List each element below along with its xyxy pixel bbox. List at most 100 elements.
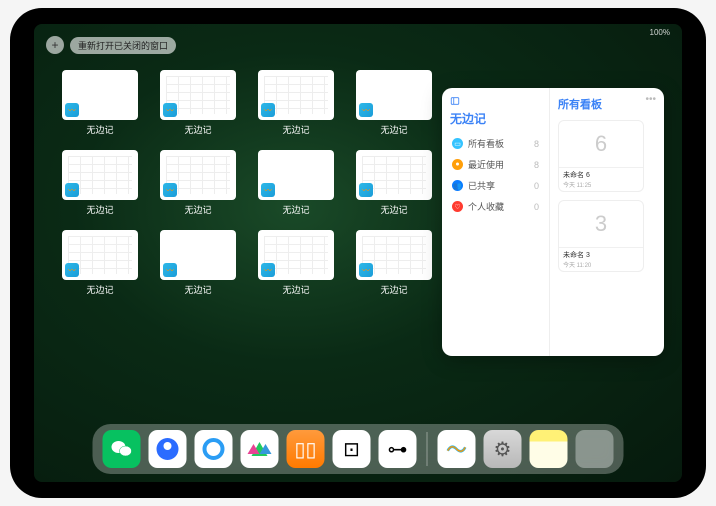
category-icon: ▭ [452, 138, 463, 149]
app-thumbnail[interactable]: 无边记 [356, 150, 432, 216]
reopen-closed-window-button[interactable]: 重新打开已关闭的窗口 [70, 37, 176, 54]
freeform-icon [65, 103, 79, 117]
freeform-icon [261, 263, 275, 277]
item-count: 0 [534, 181, 539, 191]
board-name: 未命名 6 [563, 170, 639, 180]
app-label: 无边记 [86, 283, 113, 296]
dock-separator [427, 432, 428, 466]
dock-app-qqbrowser[interactable] [195, 430, 233, 468]
thumbnail-preview [258, 70, 334, 120]
dock-app-notes[interactable] [530, 430, 568, 468]
app-label: 无边记 [184, 123, 211, 136]
app-label: 无边记 [380, 123, 407, 136]
category-icon: 👥 [452, 180, 463, 191]
app-thumbnail[interactable]: 无边记 [258, 230, 334, 296]
app-thumbnail[interactable]: 无边记 [258, 150, 334, 216]
dock: ▯▯ ⊡ ⊶ ⚙ [93, 424, 624, 474]
freeform-icon [163, 183, 177, 197]
item-count: 8 [534, 160, 539, 170]
sidebar-item-label: 已共享 [468, 179, 495, 192]
app-label: 无边记 [184, 283, 211, 296]
freeform-icon [261, 103, 275, 117]
app-label: 无边记 [380, 283, 407, 296]
sidebar-item-label: 个人收藏 [468, 200, 504, 213]
freeform-icon [65, 183, 79, 197]
category-icon: ● [452, 159, 463, 170]
freeform-icon [359, 103, 373, 117]
freeform-icon [261, 183, 275, 197]
popup-title: 无边记 [450, 110, 541, 127]
thumbnail-preview [356, 70, 432, 120]
app-label: 无边记 [282, 123, 309, 136]
thumbnail-preview [62, 230, 138, 280]
item-count: 0 [534, 202, 539, 212]
app-label: 无边记 [282, 283, 309, 296]
freeform-icon [359, 263, 373, 277]
new-window-button[interactable]: + [46, 36, 64, 54]
thumbnail-preview [258, 230, 334, 280]
sidebar-item[interactable]: ♡ 个人收藏 0 [450, 196, 541, 217]
popup-sidebar: 无边记 ▭ 所有看板 8 ● 最近使用 8 👥 已共享 0 ♡ 个人收藏 0 [442, 88, 550, 356]
app-label: 无边记 [86, 203, 113, 216]
sidebar-item-label: 最近使用 [468, 158, 504, 171]
item-count: 8 [534, 139, 539, 149]
app-label: 无边记 [86, 123, 113, 136]
app-label: 无边记 [380, 203, 407, 216]
thumbnail-preview [258, 150, 334, 200]
sidebar-icon [450, 96, 460, 106]
freeform-icon [359, 183, 373, 197]
battery-text: 100% [650, 28, 670, 37]
freeform-icon [65, 263, 79, 277]
dock-app-settings[interactable]: ⚙ [484, 430, 522, 468]
board-name: 未命名 3 [563, 250, 639, 260]
freeform-icon [163, 263, 177, 277]
popup-right-title: 所有看板 [558, 96, 656, 112]
board-card[interactable]: 6未命名 6今天 11:25 [558, 120, 644, 192]
ipad-frame: 100% + 重新打开已关闭的窗口 无边记无边记无边记无边记无边记无边记无边记无… [10, 8, 706, 498]
app-thumbnail[interactable]: 无边记 [160, 230, 236, 296]
thumbnail-preview [160, 230, 236, 280]
sidebar-item[interactable]: ▭ 所有看板 8 [450, 133, 541, 154]
app-switcher-grid: 无边记无边记无边记无边记无边记无边记无边记无边记无边记无边记无边记无边记 [62, 70, 432, 296]
board-card[interactable]: 3未命名 3今天 11:20 [558, 200, 644, 272]
dock-app-freeform[interactable] [438, 430, 476, 468]
category-icon: ♡ [452, 201, 463, 212]
thumbnail-preview [160, 70, 236, 120]
sidebar-item[interactable]: ● 最近使用 8 [450, 154, 541, 175]
app-thumbnail[interactable]: 无边记 [160, 70, 236, 136]
sidebar-item[interactable]: 👥 已共享 0 [450, 175, 541, 196]
board-meta: 未命名 6今天 11:25 [559, 167, 643, 191]
app-thumbnail[interactable]: 无边记 [356, 70, 432, 136]
thumbnail-preview [62, 150, 138, 200]
freeform-icon [163, 103, 177, 117]
app-thumbnail[interactable]: 无边记 [356, 230, 432, 296]
dock-app-qqhd[interactable] [149, 430, 187, 468]
board-meta: 未命名 3今天 11:20 [559, 247, 643, 271]
dock-app-wechat[interactable] [103, 430, 141, 468]
top-controls: + 重新打开已关闭的窗口 [46, 36, 176, 54]
app-label: 无边记 [184, 203, 211, 216]
app-label: 无边记 [282, 203, 309, 216]
thumbnail-preview [62, 70, 138, 120]
dock-app-books[interactable]: ▯▯ [287, 430, 325, 468]
board-preview: 3 [559, 201, 643, 247]
status-bar: 100% [650, 28, 670, 37]
dock-app-library[interactable] [576, 430, 614, 468]
more-icon[interactable]: ••• [645, 94, 656, 105]
board-date: 今天 11:20 [563, 260, 639, 269]
screen: 100% + 重新打开已关闭的窗口 无边记无边记无边记无边记无边记无边记无边记无… [34, 24, 682, 482]
sidebar-item-label: 所有看板 [468, 137, 504, 150]
app-thumbnail[interactable]: 无边记 [258, 70, 334, 136]
app-thumbnail[interactable]: 无边记 [62, 70, 138, 136]
thumbnail-preview [356, 230, 432, 280]
app-thumbnail[interactable]: 无边记 [62, 150, 138, 216]
freeform-popup: 无边记 ▭所有看板8●最近使用8👥已共享0♡个人收藏0 ••• 所有看板 6未命… [442, 88, 664, 356]
dock-app-iqiyi[interactable] [241, 430, 279, 468]
popup-content: ••• 所有看板 6未命名 6今天 11:253未命名 3今天 11:20 [550, 88, 664, 356]
board-preview: 6 [559, 121, 643, 167]
dock-app-dice[interactable]: ⊡ [333, 430, 371, 468]
dock-app-graph[interactable]: ⊶ [379, 430, 417, 468]
app-thumbnail[interactable]: 无边记 [160, 150, 236, 216]
app-thumbnail[interactable]: 无边记 [62, 230, 138, 296]
thumbnail-preview [356, 150, 432, 200]
